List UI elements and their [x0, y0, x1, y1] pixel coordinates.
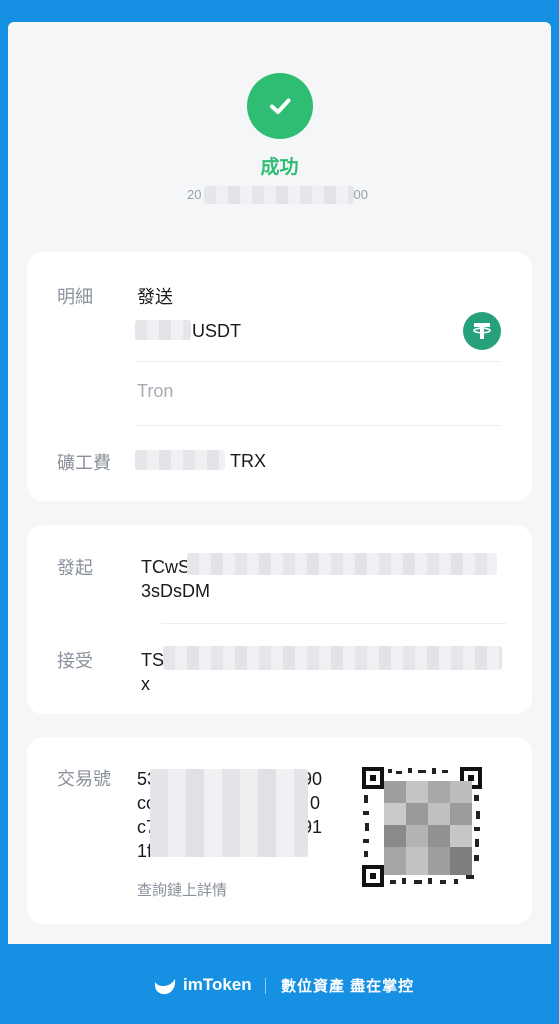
to-address-start[interactable]: TS [141, 648, 164, 672]
details-label: 明細 [57, 287, 93, 307]
redacted-to-address [163, 646, 502, 670]
from-address-start[interactable]: TCwS [141, 555, 190, 579]
imtoken-logo-icon [155, 979, 176, 995]
qr-code [362, 767, 482, 887]
footer-separator [265, 978, 266, 994]
redacted-from-address [187, 553, 497, 575]
timestamp-start: 20 [187, 187, 202, 202]
view-on-chain-link[interactable]: 查詢鏈上詳情 [137, 879, 227, 900]
from-address-end[interactable]: 3sDsDM [141, 579, 210, 603]
details-card: 明細 發送 USDT Tron 礦工費 TRX [27, 252, 532, 501]
amount-unit: USDT [192, 321, 241, 341]
tx-hash-line2-end[interactable]: 0 [310, 791, 320, 815]
action-text: 發送 [137, 287, 173, 307]
status-text: 成功 [260, 157, 299, 178]
fee-label: 礦工費 [57, 453, 111, 473]
from-label: 發起 [57, 558, 93, 578]
brand-slogan: 數位資產 盡在掌控 [281, 978, 415, 995]
tether-icon [463, 312, 501, 350]
success-check-icon [247, 73, 313, 139]
divider [137, 361, 502, 362]
footer: imToken 數位資產 盡在掌控 [0, 944, 559, 1024]
timestamp-end: 00 [353, 187, 368, 202]
network-name: Tron [137, 381, 174, 401]
to-address-end[interactable]: x [141, 672, 150, 696]
divider [137, 425, 502, 426]
to-label: 接受 [57, 651, 93, 671]
fee-unit: TRX [230, 451, 266, 471]
redacted-timestamp [204, 186, 354, 204]
divider [161, 623, 506, 624]
redacted-amount [135, 320, 191, 340]
tx-label: 交易號 [57, 769, 111, 789]
timestamp: 20 00 [187, 186, 373, 204]
redacted-tx-hash [150, 769, 308, 857]
redacted-fee [135, 450, 225, 470]
brand-name: imToken [183, 975, 252, 994]
parties-card: 發起 TCwS 3sDsDM 接受 TS x [27, 525, 532, 714]
